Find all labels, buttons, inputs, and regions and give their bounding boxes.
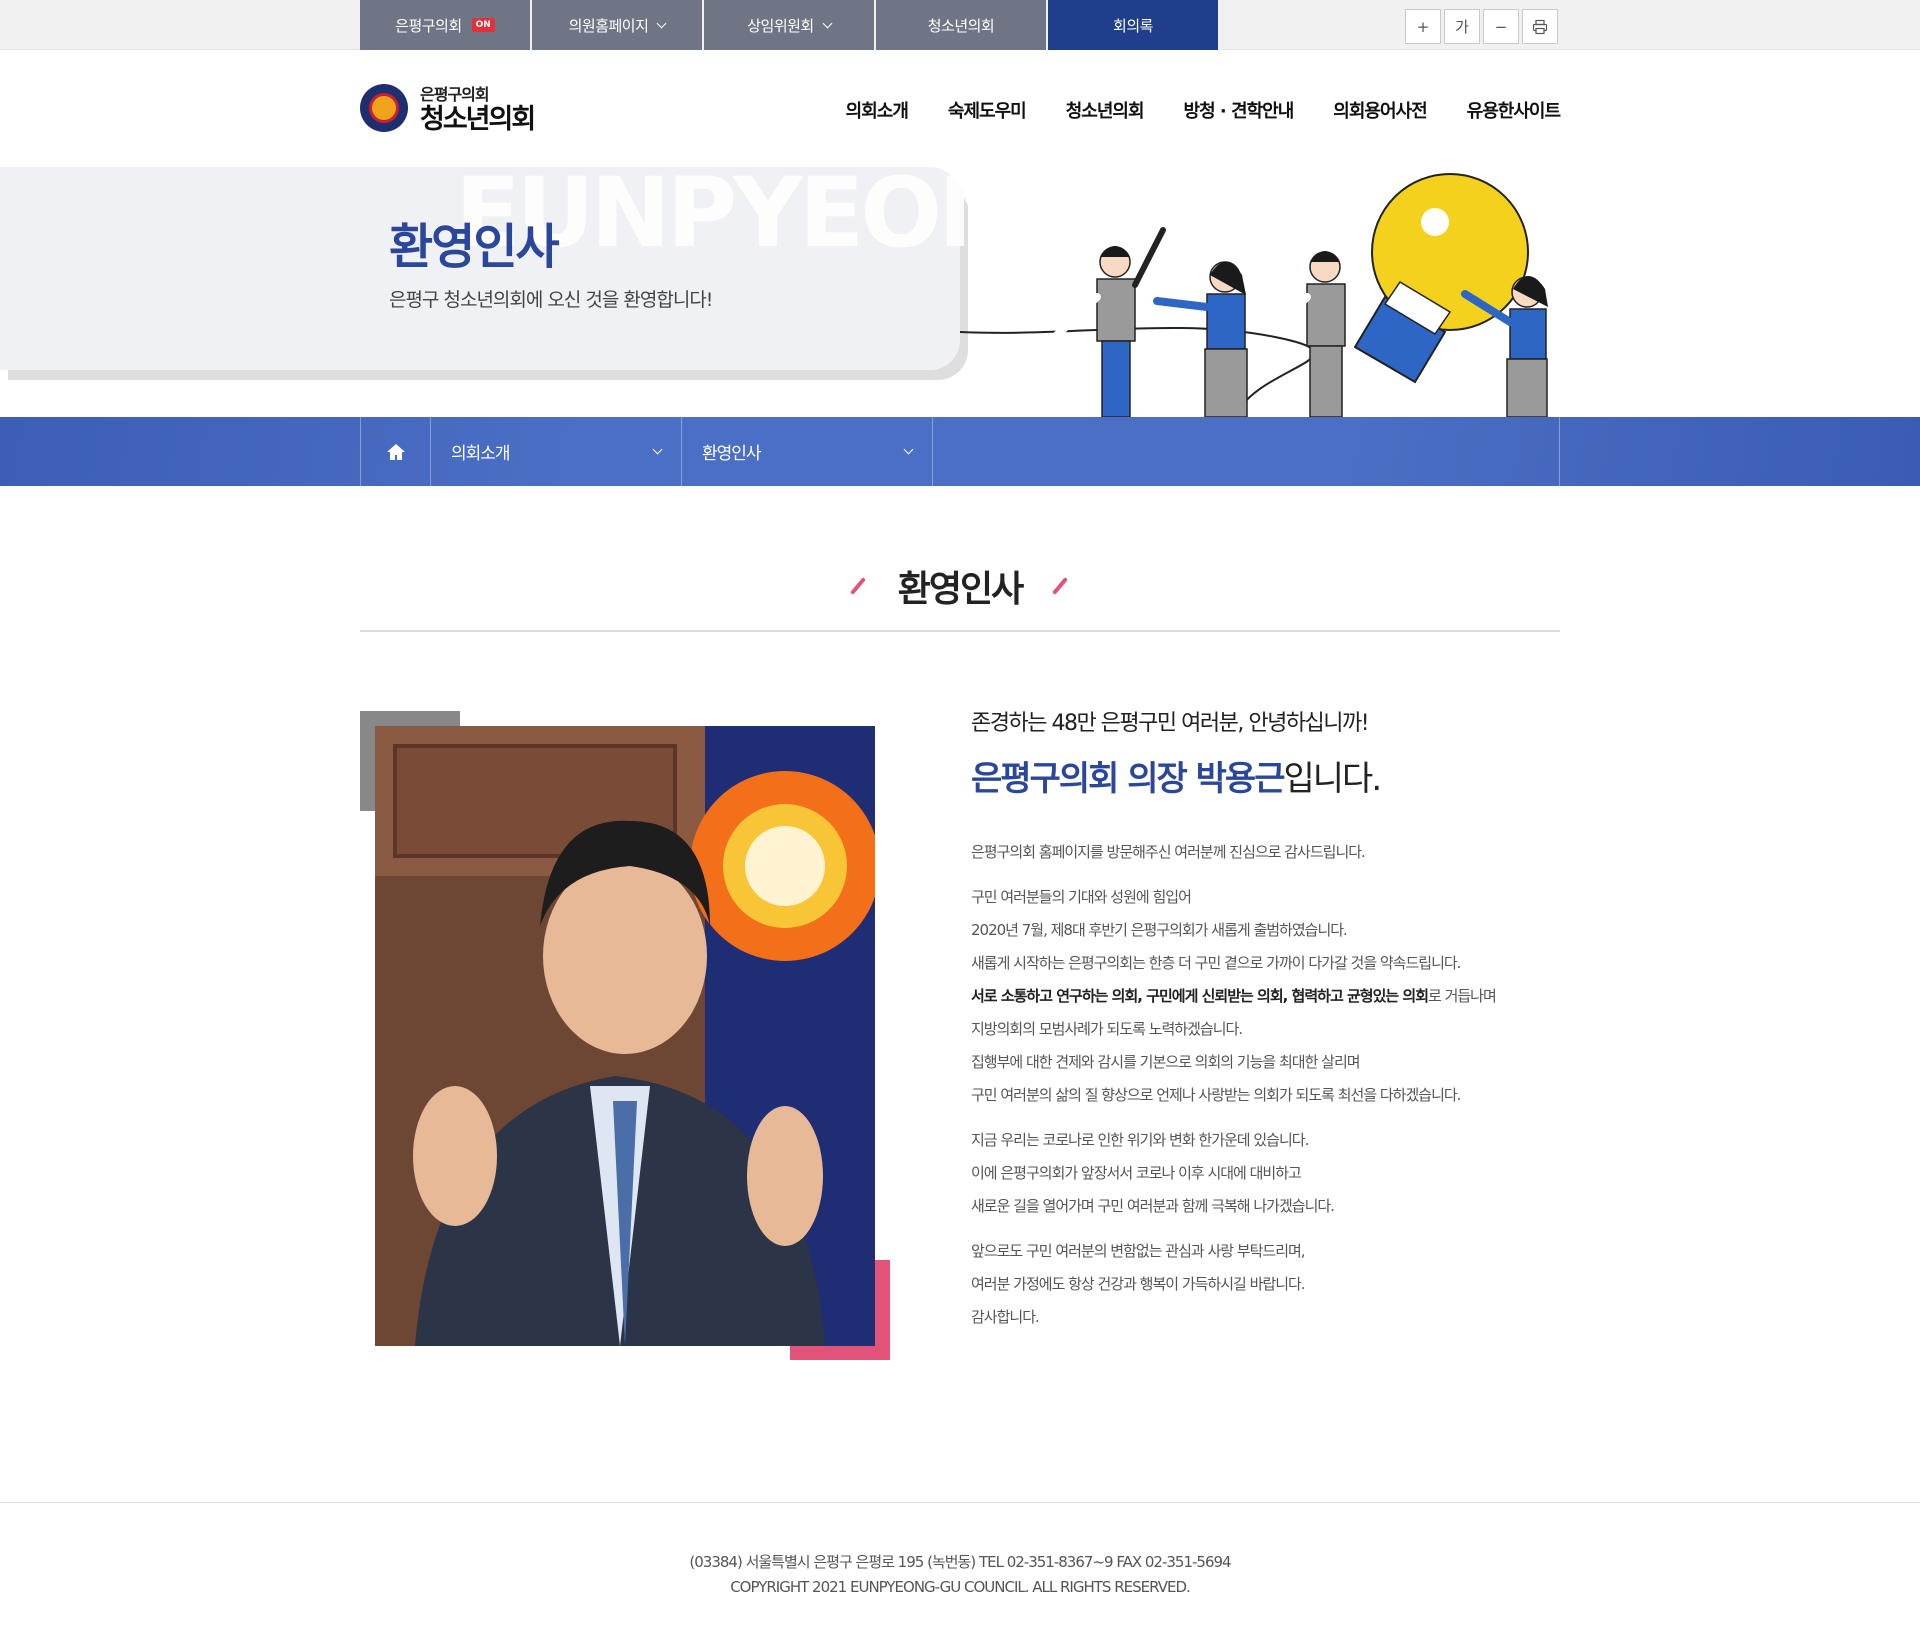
site-footer: (03384) 서울특별시 은평구 은평로 195 (녹번동) TEL 02-3… [0,1502,1920,1642]
footer-copyright: COPYRIGHT 2021 EUNPYEONG-GU COUNCIL. ALL… [730,1578,1191,1596]
location-bar: 의회소개 환영인사 [0,417,1920,486]
chevron-down-icon [652,444,663,455]
zoom-in-button[interactable]: + [1405,9,1441,44]
gnb-item-useful-sites[interactable]: 유용한사이트 [1467,97,1561,123]
greeting-name: 은평구의회 의장 박용근입니다. [971,751,1561,800]
top-bar: 은평구의회 ON 의원홈페이지 상임위원회 청소년의회 회의록 + 가 − [0,0,1920,50]
top-nav-minutes[interactable]: 회의록 [1048,0,1220,50]
top-nav-youth-council-label: 청소년의회 [927,16,995,35]
council-emblem-icon [360,84,408,132]
text-line: 구민 여러분들의 기대와 성원에 힘입어 [971,888,1192,906]
greeting-name-tail: 입니다. [1283,759,1382,799]
chairman-name: 은평구의회 의장 박용근 [971,759,1285,799]
chevron-down-icon [903,444,914,455]
site-header: 은평구의회 청소년의회 의회소개 숙제도우미 청소년의회 방청 · 견학안내 의… [0,51,1920,167]
footer-address: (03384) 서울특별시 은평구 은평로 195 (녹번동) TEL 02-3… [689,1553,1231,1571]
site-logo[interactable]: 은평구의회 청소년의회 [360,81,536,135]
gnb-item-youth-council[interactable]: 청소년의회 [1066,97,1145,123]
greeting-hello: 존경하는 48만 은평구민 여러분, 안녕하십니까! [971,711,1370,736]
chevron-down-icon [822,18,833,28]
greeting-paragraph-3: 지금 우리는 코로나로 인한 위기와 변화 한가운데 있습니다. 이에 은평구의… [971,1124,1561,1223]
visual-subtitle: 은평구 청소년의회에 오신 것을 환영합니다! [389,289,713,311]
visual-title: 환영인사 [389,219,560,275]
visual-title-box: EUNPYEONG 환영인사 은평구 청소년의회에 오신 것을 환영합니다! [0,157,1093,370]
zoom-out-button[interactable]: − [1483,9,1519,44]
gnb-item-homework[interactable]: 숙제도우미 [948,97,1027,123]
logo-line2: 청소년의회 [420,104,536,135]
greeting-message: 존경하는 48만 은평구민 여러분, 안녕하십니까! 은평구의회 의장 박용근입… [971,705,1561,1334]
text-line: 앞으로도 구민 여러분의 변함없는 관심과 사랑 부탁드리며, [971,1242,1306,1260]
location-depth1-label: 의회소개 [451,444,511,464]
text-line: 지방의회의 모범사례가 되도록 노력하겠습니다. [971,1020,1243,1038]
text-fragment: 로 거듭나며 [1428,987,1497,1005]
top-nav-youth-council[interactable]: 청소년의회 [876,0,1048,50]
text-line: 감사합니다. [971,1308,1040,1326]
location-depth1-dropdown[interactable]: 의회소개 [431,417,682,486]
text-line: 새로운 길을 열어가며 구민 여러분과 함께 극복해 나가겠습니다. [971,1197,1335,1215]
home-button[interactable] [361,417,431,486]
on-badge: ON [471,18,495,32]
logo-line1: 은평구의회 [420,85,490,104]
gnb-item-glossary[interactable]: 의회용어사전 [1333,97,1427,123]
top-nav-standing-committee-label: 상임위원회 [747,16,814,35]
main-nav: 의회소개 숙제도우미 청소년의회 방청 · 견학안내 의회용어사전 유용한사이트 [846,97,1561,123]
text-line: 새롭게 시작하는 은평구의회는 한층 더 구민 곁으로 가까이 다가갈 것을 약… [971,954,1461,972]
location-depth2-dropdown[interactable]: 환영인사 [682,417,933,486]
accessibility-tools: + 가 − [1405,9,1558,44]
text-line: 지금 우리는 코로나로 인한 위기와 변화 한가운데 있습니다. [971,1131,1309,1149]
print-button[interactable] [1522,9,1558,44]
top-nav-council-label: 은평구의회 [395,16,462,35]
text-line: 2020년 7월, 제8대 후반기 은평구의회가 새롭게 출범하였습니다. [971,921,1348,939]
top-nav-council[interactable]: 은평구의회 ON [360,0,532,50]
text-line: 구민 여러분의 삶의 질 향상으로 언제나 사랑받는 의회가 되도록 최선을 다… [971,1086,1461,1104]
gnb-item-intro[interactable]: 의회소개 [846,97,909,123]
content-title-area: 환영인사 [360,560,1560,632]
greeting-paragraph-4: 앞으로도 구민 여러분의 변함없는 관심과 사랑 부탁드리며, 여러분 가정에도… [971,1235,1561,1334]
top-nav-member-homepage-label: 의원홈페이지 [568,16,649,35]
text-line: 은평구의회 홈페이지를 방문해주신 여러분께 진심으로 감사드립니다. [971,843,1366,861]
top-site-nav: 은평구의회 ON 의원홈페이지 상임위원회 청소년의회 회의록 [360,0,1220,50]
print-icon [1532,19,1548,34]
greeting-paragraph-1: 은평구의회 홈페이지를 방문해주신 여러분께 진심으로 감사드립니다. [971,836,1561,869]
sub-visual: EUNPYEONG 환영인사 은평구 청소년의회에 오신 것을 환영합니다! [0,157,1920,417]
location-depth2-label: 환영인사 [702,444,762,464]
home-icon [386,443,405,460]
page-title: 환영인사 [897,569,1024,610]
text-line: 여러분 가정에도 항상 건강과 행복이 가득하시길 바랍니다. [971,1275,1306,1293]
chairman-photo [375,726,875,1346]
text-line: 집행부에 대한 견제와 감시를 기본으로 의회의 기능을 최대한 살리며 [971,1053,1361,1071]
students-lightbulb-illustration [959,173,1548,417]
top-nav-standing-committee[interactable]: 상임위원회 [704,0,876,50]
emphasis-text: 서로 소통하고 연구하는 의회, 구민에게 신뢰받는 의회, 협력하고 균형있는… [971,987,1429,1005]
top-nav-member-homepage[interactable]: 의원홈페이지 [532,0,704,50]
font-reset-button[interactable]: 가 [1444,9,1480,44]
top-nav-minutes-label: 회의록 [1113,16,1153,35]
chevron-down-icon [656,18,667,28]
gnb-item-visit-guide[interactable]: 방청 · 견학안내 [1184,97,1295,123]
text-line: 이에 은평구의회가 앞장서서 코로나 이후 시대에 대비하고 [971,1164,1302,1182]
text-line: 서로 소통하고 연구하는 의회, 구민에게 신뢰받는 의회, 협력하고 균형있는… [971,980,1561,1013]
greeting-paragraph-2: 구민 여러분들의 기대와 성원에 힘입어 2020년 7월, 제8대 후반기 은… [971,881,1561,1112]
